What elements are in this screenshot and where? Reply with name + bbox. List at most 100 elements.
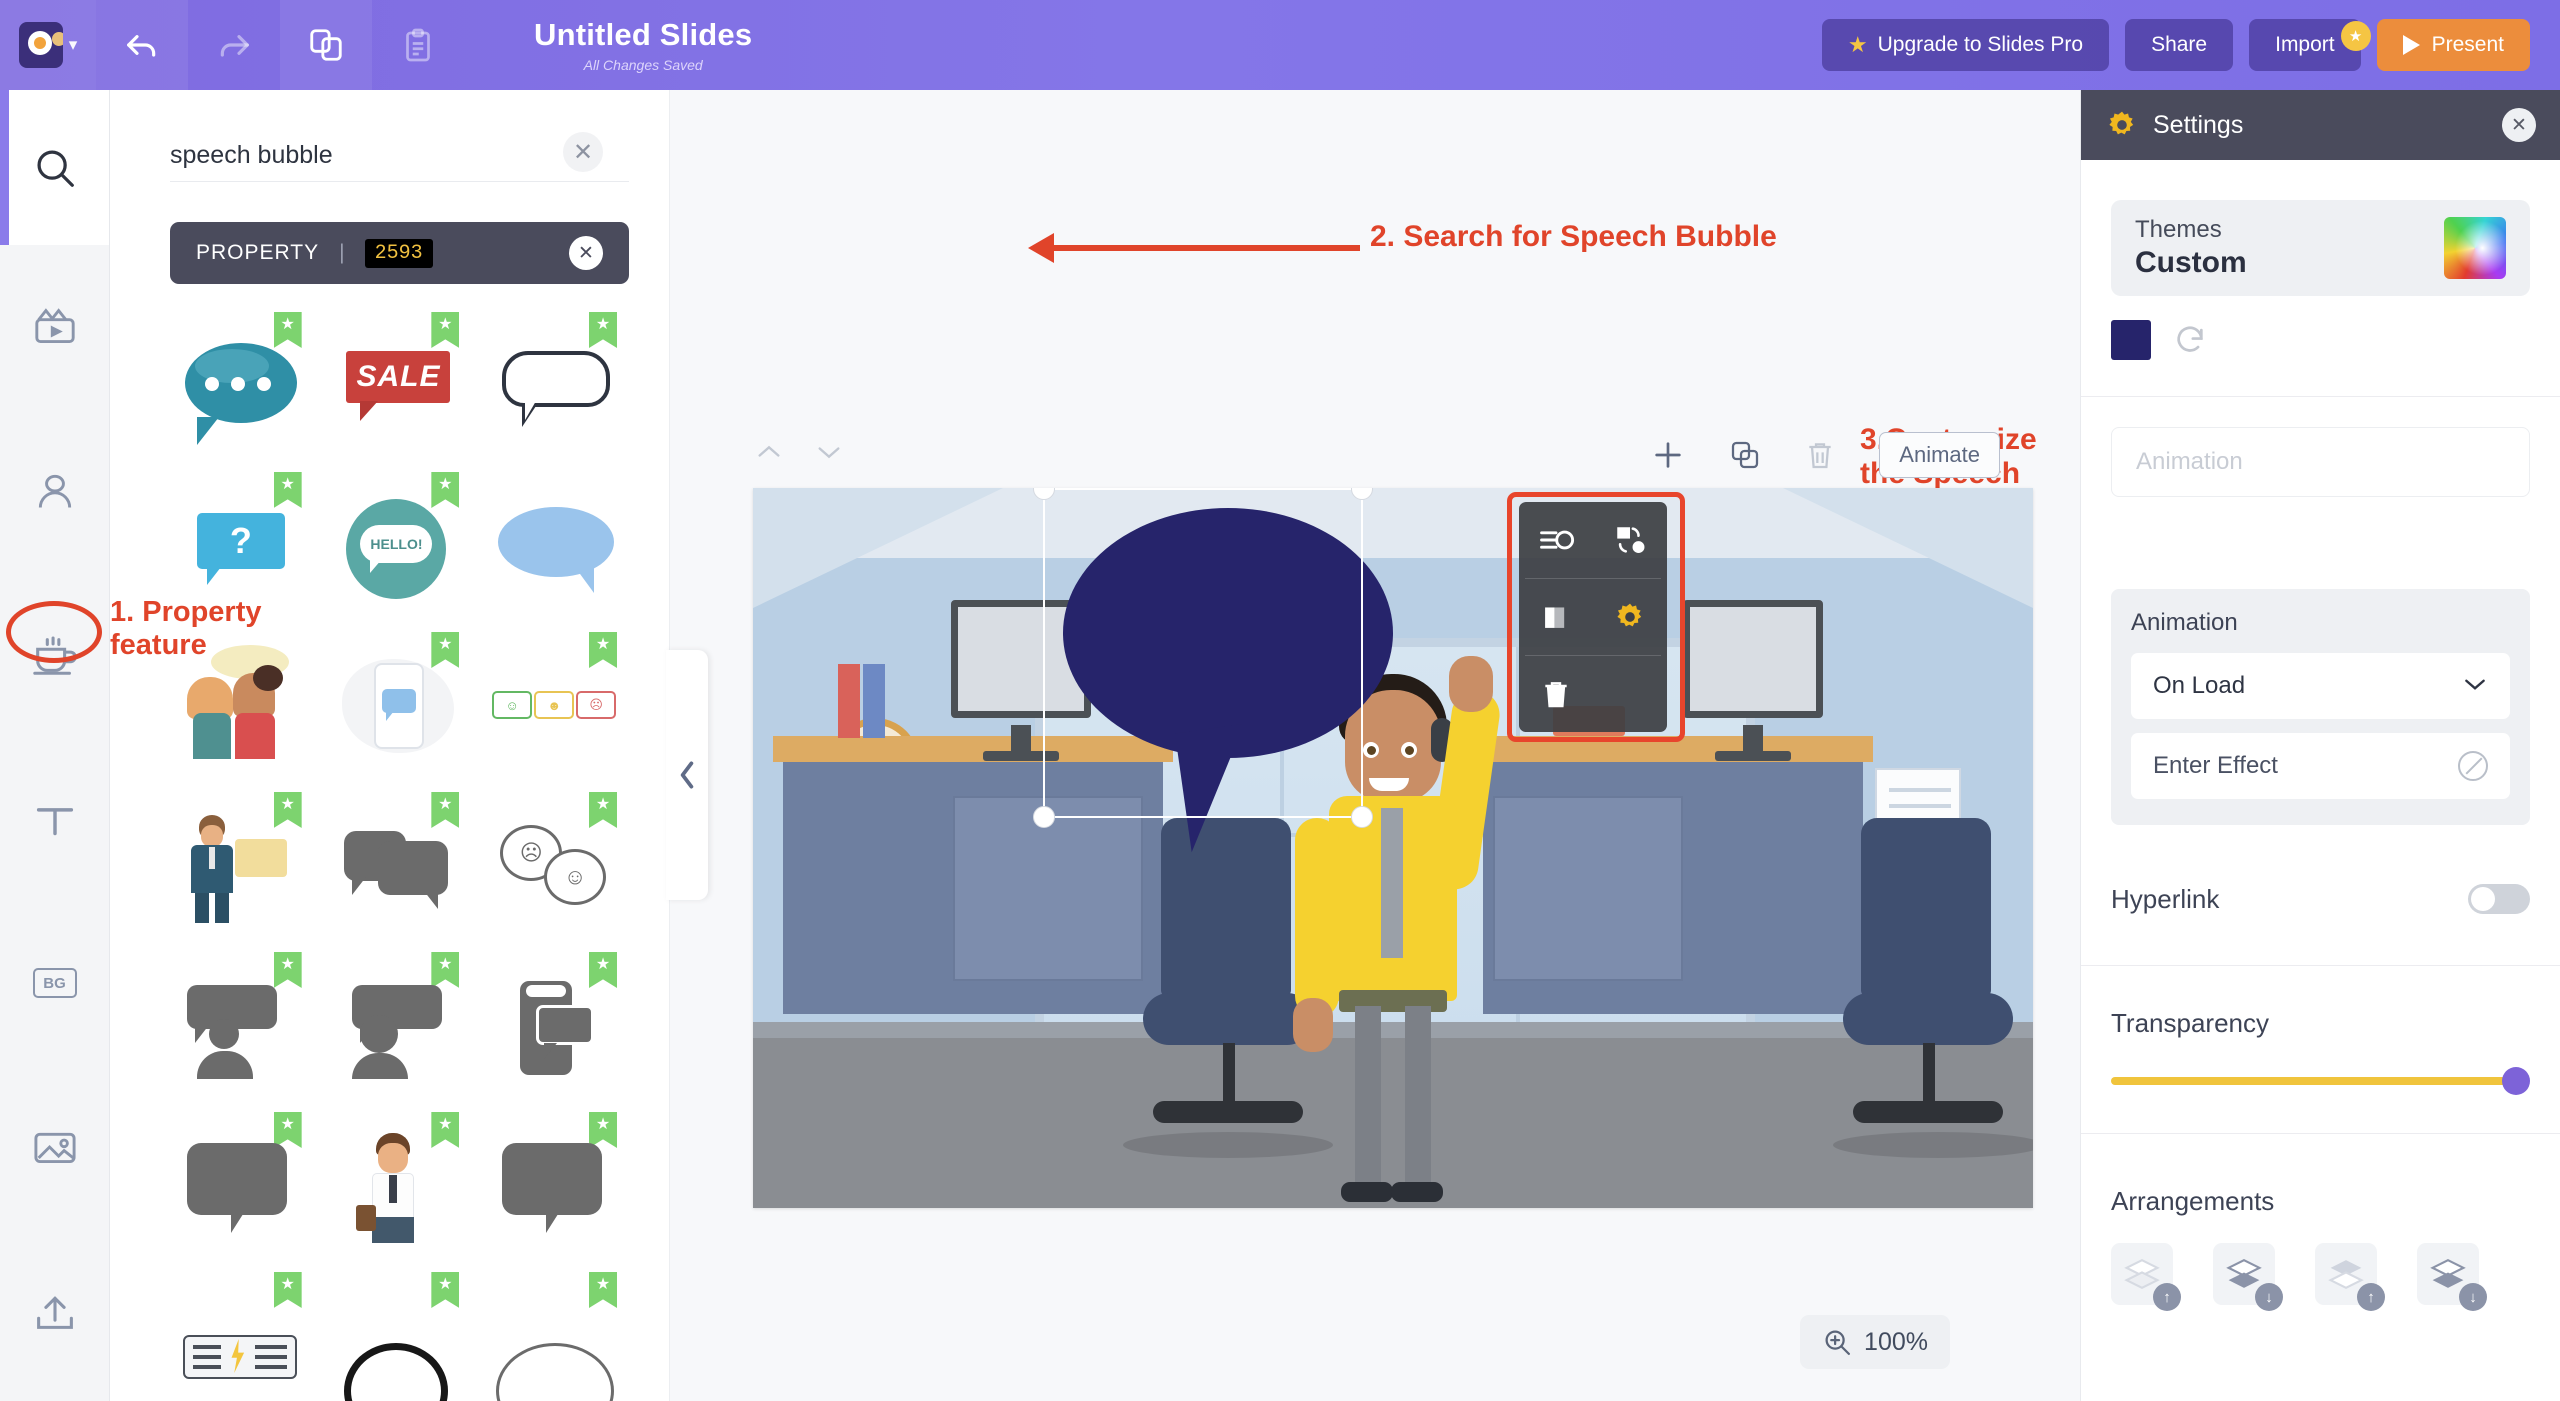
sidebar-item-search[interactable]	[0, 90, 109, 245]
delete-object-button[interactable]	[1519, 678, 1593, 710]
asset-item[interactable]	[162, 946, 320, 1106]
annotation-step-2: 2. Search for Speech Bubble	[1370, 220, 1777, 253]
present-label: Present	[2431, 33, 2504, 56]
hyperlink-toggle[interactable]	[2468, 884, 2530, 914]
asset-item[interactable]	[477, 306, 635, 466]
send-to-back-button[interactable]: ↓	[2417, 1243, 2487, 1311]
enter-effect-label: Enter Effect	[2153, 752, 2278, 779]
woman-speaking-bubble-icon	[338, 971, 458, 1081]
transparency-track[interactable]	[2111, 1077, 2516, 1085]
current-color-swatch[interactable]	[2111, 320, 2151, 360]
duplicate-button[interactable]	[280, 0, 372, 90]
asset-item[interactable]: SALE	[320, 306, 478, 466]
object-context-toolbar	[1519, 502, 1667, 732]
sidebar-item-upload[interactable]	[0, 1229, 109, 1393]
logo-icon	[18, 22, 63, 68]
sidebar-item-character[interactable]	[0, 409, 109, 573]
settings-panel: Settings ✕ Themes Custom Animation 4. Ad…	[2080, 90, 2560, 1401]
flip-button[interactable]	[1519, 527, 1593, 553]
play-icon	[2402, 35, 2420, 55]
asset-item[interactable]	[477, 466, 635, 626]
reset-icon[interactable]	[2173, 323, 2207, 357]
gear-icon	[1617, 603, 1642, 627]
asset-item[interactable]: ☹ ☺	[477, 786, 635, 946]
resize-handle-bl[interactable]	[1033, 806, 1055, 828]
delete-slide-button[interactable]	[1805, 439, 1835, 471]
transparency-thumb[interactable]	[2502, 1067, 2530, 1095]
upgrade-label: Upgrade to Slides Pro	[1877, 33, 2084, 56]
duplicate-icon	[1732, 441, 1759, 469]
asset-item[interactable]	[320, 1266, 478, 1401]
add-element-button[interactable]	[1651, 438, 1685, 472]
asset-item[interactable]	[162, 306, 320, 466]
asset-item[interactable]	[320, 1106, 478, 1266]
hyperlink-label: Hyperlink	[2111, 883, 2220, 914]
settings-title: Settings	[2153, 110, 2244, 139]
selection-box	[1033, 488, 1373, 828]
desk-right	[1473, 736, 1873, 1036]
sidebar-item-image[interactable]	[0, 1065, 109, 1229]
thick-outline-bubble-icon	[338, 1291, 458, 1401]
upgrade-button[interactable]: ★ Upgrade to Slides Pro	[1821, 19, 2110, 71]
sidebar-item-text[interactable]	[0, 737, 109, 901]
star-icon: ★	[1847, 32, 1868, 57]
asset-item[interactable]: ☺ ☻ ☹	[477, 626, 635, 786]
asset-item[interactable]	[162, 786, 320, 946]
duplicate-slide-button[interactable]	[1729, 439, 1761, 471]
animation-placeholder: Animation	[2136, 448, 2243, 475]
asset-item[interactable]	[320, 626, 478, 786]
animation-search-field[interactable]: Animation	[2111, 427, 2530, 497]
chevron-down-icon[interactable]: ▾	[69, 35, 78, 55]
search-icon	[36, 149, 74, 187]
clipboard-button[interactable]	[372, 0, 464, 90]
sidebar-item-property[interactable]	[0, 573, 109, 737]
sidebar-item-background[interactable]: BG	[0, 901, 109, 1065]
prev-slide-button[interactable]	[755, 442, 783, 462]
slide-canvas[interactable]	[753, 488, 2033, 1208]
animation-trigger-select[interactable]: On Load	[2131, 653, 2510, 719]
zoom-control[interactable]: 100%	[1800, 1315, 1950, 1369]
sale-banner-bubble-icon: SALE	[338, 331, 458, 441]
clear-search-icon[interactable]: ✕	[563, 132, 603, 172]
color-picker-icon[interactable]	[2444, 217, 2506, 279]
close-settings-icon[interactable]: ✕	[2502, 108, 2536, 142]
asset-item[interactable]	[162, 1106, 320, 1266]
object-settings-button[interactable]	[1593, 600, 1667, 634]
canvas-area: 2. Search for Speech Bubble 3.Customize …	[666, 90, 2080, 1401]
chevron-down-icon	[2462, 675, 2488, 698]
animate-button[interactable]: Animate	[1879, 432, 2000, 478]
animation-trigger-value: On Load	[2153, 672, 2246, 699]
replace-button[interactable]	[1593, 524, 1667, 556]
next-slide-button[interactable]	[815, 442, 843, 462]
import-label: Import	[2275, 33, 2335, 56]
undo-button[interactable]	[96, 0, 188, 90]
asset-item[interactable]	[320, 946, 478, 1106]
asset-item[interactable]	[162, 1266, 320, 1401]
themes-card[interactable]: Themes Custom	[2111, 200, 2530, 296]
app-logo[interactable]: ▾	[0, 0, 96, 90]
top-actions: ★ Upgrade to Slides Pro Share Import ★ P…	[1821, 0, 2530, 90]
video-icon	[34, 308, 75, 343]
collapse-panel-button[interactable]	[666, 650, 708, 900]
asset-grid: SALE ?	[162, 306, 635, 1401]
asset-item[interactable]	[320, 786, 478, 946]
enter-effect-field[interactable]: Enter Effect	[2131, 733, 2510, 799]
send-backward-button[interactable]: ↓	[2213, 1243, 2283, 1311]
asset-item[interactable]: HELLO!	[320, 466, 478, 626]
opacity-button[interactable]	[1519, 602, 1593, 632]
chip-close-icon[interactable]: ✕	[569, 236, 603, 270]
top-toolbar: ▾ Untitled Slides All Changes Saved ★ Up…	[0, 0, 2560, 90]
asset-item[interactable]	[477, 946, 635, 1106]
search-input[interactable]	[170, 141, 629, 170]
bring-forward-button[interactable]: ↑	[2111, 1243, 2181, 1311]
asset-item[interactable]	[477, 1106, 635, 1266]
share-button[interactable]: Share	[2125, 19, 2234, 71]
bring-to-front-button[interactable]: ↑	[2315, 1243, 2385, 1311]
monitor-right	[1683, 600, 1823, 761]
redo-button[interactable]	[188, 0, 280, 90]
asset-item[interactable]	[477, 1266, 635, 1401]
resize-handle-br[interactable]	[1351, 806, 1373, 828]
sidebar-item-video[interactable]	[0, 245, 109, 409]
image-icon	[33, 1132, 76, 1163]
present-button[interactable]: Present	[2376, 19, 2530, 71]
